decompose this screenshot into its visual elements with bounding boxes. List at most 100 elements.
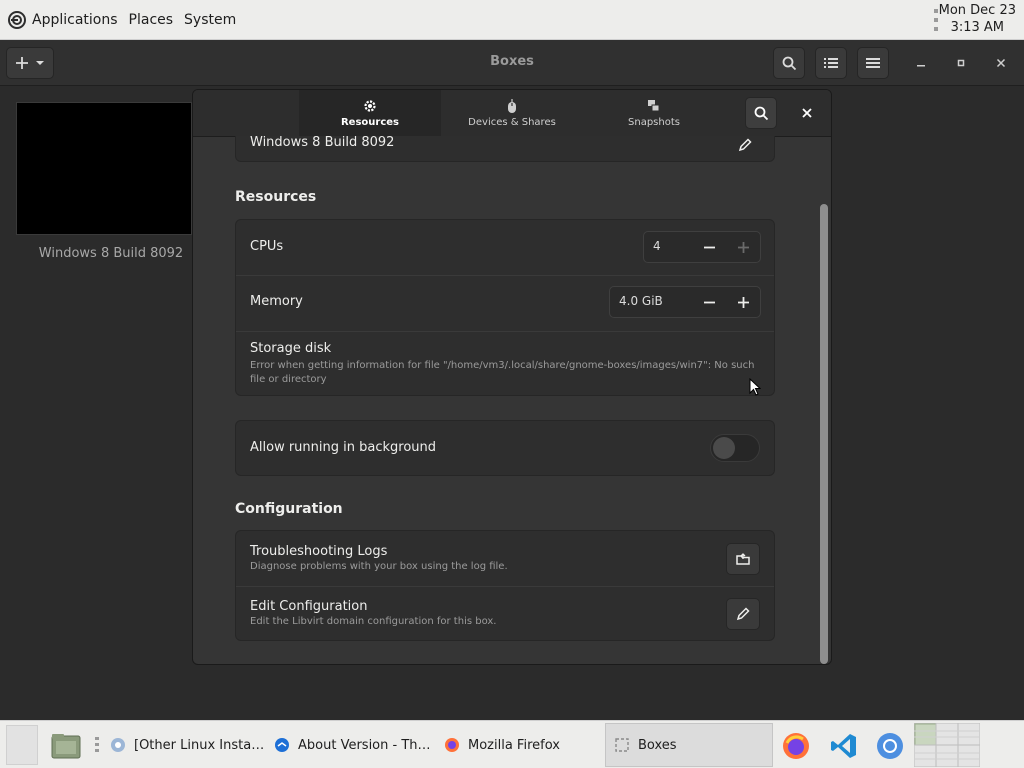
minus-icon — [703, 246, 715, 248]
cpus-increase-button[interactable] — [726, 232, 760, 262]
panel-menus: Applications Places System — [8, 0, 247, 40]
cpus-row: CPUs 4 — [236, 220, 774, 275]
show-desktop-button[interactable] — [6, 725, 38, 765]
plus-icon — [16, 57, 28, 69]
edit-name-button[interactable] — [728, 136, 762, 161]
list-view-button[interactable] — [815, 47, 847, 79]
new-box-button[interactable] — [6, 47, 54, 79]
plus-icon — [737, 296, 749, 308]
task-label: About Version - Tho... — [298, 737, 436, 753]
boxes-header-bar: Boxes — [0, 40, 1024, 86]
resources-card: CPUs 4 Memory 4.0 GiB Storage disk Error… — [235, 219, 775, 396]
task-other-linux-install[interactable]: [Other Linux Install... — [102, 723, 266, 767]
close-icon — [996, 58, 1006, 68]
cpus-decrease-button[interactable] — [692, 232, 726, 262]
memory-decrease-button[interactable] — [692, 287, 726, 317]
top-panel: Applications Places System Mon Dec 23 3:… — [0, 0, 1024, 40]
vscode-icon — [831, 734, 856, 758]
tab-snapshots[interactable]: Snapshots — [583, 90, 725, 136]
cpus-value[interactable]: 4 — [653, 239, 661, 253]
edit-config-sub: Edit the Libvirt domain configuration fo… — [250, 616, 497, 627]
minimize-button[interactable] — [910, 52, 932, 74]
chromium-launcher[interactable] — [874, 730, 906, 762]
dialog-close-button[interactable] — [795, 101, 819, 125]
taskbar: [Other Linux Install... About Version - … — [0, 720, 1024, 768]
task-boxes[interactable]: Boxes — [605, 723, 773, 767]
open-logs-button[interactable] — [726, 543, 760, 575]
storage-row: Storage disk Error when getting informat… — [236, 332, 774, 395]
minimize-icon — [917, 65, 925, 67]
thunderbird-icon — [275, 738, 289, 752]
file-manager-launcher[interactable] — [50, 730, 82, 762]
storage-error-text: Error when getting information for file … — [250, 360, 755, 385]
configuration-heading: Configuration — [235, 501, 343, 517]
task-label: [Other Linux Install... — [134, 737, 266, 753]
task-about-version[interactable]: About Version - Tho... — [266, 723, 436, 767]
chromium-icon — [877, 733, 903, 759]
task-label: Mozilla Firefox — [468, 737, 560, 753]
memory-value[interactable]: 4.0 GiB — [619, 294, 663, 308]
firefox-launcher[interactable] — [780, 730, 812, 762]
tab-resources-label: Resources — [340, 117, 400, 128]
tab-devices-shares[interactable]: Devices & Shares — [441, 90, 583, 136]
menu-applications[interactable]: Applications — [32, 12, 118, 28]
boxes-icon — [615, 738, 629, 752]
tab-snapshots-label: Snapshots — [628, 117, 680, 128]
troubleshooting-row: Troubleshooting Logs Diagnose problems w… — [236, 531, 774, 586]
memory-row: Memory 4.0 GiB — [236, 276, 774, 331]
distro-logo-icon[interactable] — [8, 11, 26, 29]
search-icon — [782, 56, 796, 70]
clock[interactable]: Mon Dec 23 3:13 AM — [939, 2, 1016, 36]
resources-heading: Resources — [235, 189, 317, 205]
memory-increase-button[interactable] — [726, 287, 760, 317]
tab-resources[interactable]: Resources — [299, 90, 441, 136]
clock-date: Mon Dec 23 — [938, 3, 1016, 18]
task-mozilla-firefox[interactable]: Mozilla Firefox — [436, 723, 602, 767]
storage-label: Storage disk — [250, 341, 332, 356]
box-properties-dialog: Resources Devices & Shares Snapshots Win… — [192, 89, 832, 665]
maximize-button[interactable] — [950, 52, 972, 74]
memory-spinner[interactable]: 4.0 GiB — [609, 286, 761, 318]
dialog-scroll-area[interactable]: Windows 8 Build 8092 Resources CPUs 4 Me… — [193, 136, 831, 664]
background-label: Allow running in background — [250, 440, 437, 455]
background-toggle[interactable] — [710, 434, 760, 462]
hamburger-icon — [866, 58, 880, 68]
toggle-knob — [713, 437, 735, 459]
vscode-launcher[interactable] — [828, 730, 860, 762]
vm-thumbnail[interactable] — [16, 102, 192, 235]
clock-time: 3:13 AM — [950, 20, 1005, 35]
firefox-icon — [445, 738, 459, 752]
close-icon — [802, 108, 812, 118]
pencil-icon — [736, 607, 750, 621]
close-window-button[interactable] — [990, 52, 1012, 74]
cpus-spinner[interactable]: 4 — [643, 231, 761, 263]
main-menu-button[interactable] — [857, 47, 889, 79]
vm-thumbnail-label: Windows 8 Build 8092 — [38, 246, 184, 261]
configuration-card: Troubleshooting Logs Diagnose problems w… — [235, 530, 775, 641]
dialog-scrollbar[interactable] — [820, 204, 828, 664]
snapshots-icon — [648, 100, 660, 112]
task-label: Boxes — [638, 737, 677, 753]
list-icon — [824, 58, 838, 68]
search-icon — [754, 106, 768, 120]
document-open-icon — [736, 553, 750, 565]
mouse-icon — [508, 98, 516, 113]
menu-system[interactable]: System — [184, 12, 236, 28]
workspace-switcher-icon[interactable] — [914, 723, 980, 767]
cpus-label: CPUs — [250, 239, 284, 254]
plus-icon — [737, 241, 749, 253]
search-button[interactable] — [773, 47, 805, 79]
dialog-search-button[interactable] — [745, 97, 777, 129]
menu-places[interactable]: Places — [129, 12, 174, 28]
background-card: Allow running in background — [235, 420, 775, 476]
troubleshooting-sub: Diagnose problems with your box using th… — [250, 561, 508, 572]
dialog-header: Resources Devices & Shares Snapshots — [193, 90, 831, 137]
box-name-value: Windows 8 Build 8092 — [250, 136, 395, 150]
folder-icon — [51, 734, 81, 759]
panel-drag-handle-icon — [934, 9, 938, 31]
tab-devices-shares-label: Devices & Shares — [468, 117, 556, 128]
minus-icon — [703, 301, 715, 303]
name-card: Windows 8 Build 8092 — [235, 136, 775, 162]
edit-config-button[interactable] — [726, 598, 760, 630]
gear-icon — [364, 100, 376, 112]
